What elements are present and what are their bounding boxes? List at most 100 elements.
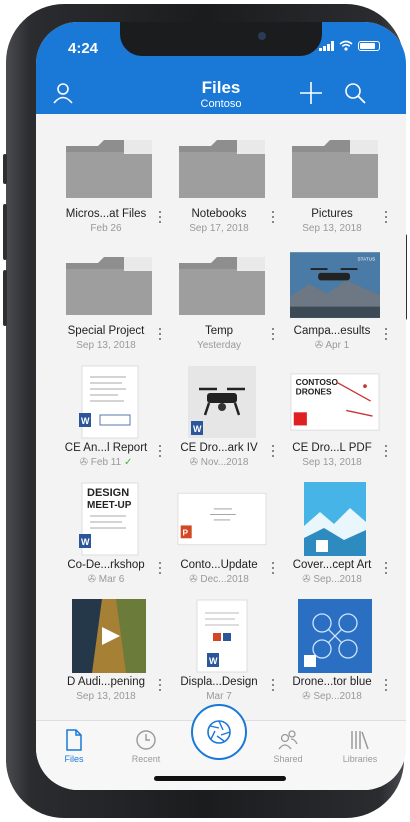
- file-tile[interactable]: Temp Yesterday: [167, 243, 280, 360]
- concept-art-thumbnail: [304, 482, 366, 556]
- folder-icon: [66, 257, 152, 315]
- word-document-icon: DESIGNMEET-UP W: [79, 482, 139, 556]
- tab-libraries[interactable]: Libraries: [330, 729, 390, 764]
- more-options-icon[interactable]: [156, 327, 164, 341]
- file-name: Notebooks: [191, 208, 247, 220]
- svg-text:DRONES: DRONES: [296, 387, 332, 397]
- more-options-icon[interactable]: [156, 210, 164, 224]
- file-meta: Mar 7: [206, 691, 232, 702]
- file-name: CE Dro...L PDF: [292, 442, 372, 454]
- file-thumbnail[interactable]: W: [177, 599, 267, 673]
- file-meta: Yesterday: [196, 340, 242, 351]
- more-options-icon[interactable]: [269, 444, 277, 458]
- svg-text:P: P: [183, 529, 189, 538]
- file-thumbnail[interactable]: W: [177, 366, 267, 438]
- file-meta: Sep 13, 2018: [302, 457, 362, 468]
- tab-files-label: Files: [64, 754, 84, 764]
- shared-icon: ✇: [79, 457, 91, 468]
- camera-button[interactable]: [191, 704, 247, 760]
- file-tile[interactable]: STATUS Campa...esults ✇ Apr 1: [280, 243, 393, 360]
- file-tile[interactable]: W Displa...Design Mar 7: [167, 594, 280, 711]
- svg-text:STATUS: STATUS: [358, 257, 376, 262]
- file-icon: [66, 729, 82, 751]
- file-thumbnail[interactable]: [290, 482, 380, 556]
- status-icons: [319, 40, 380, 51]
- tab-recent[interactable]: Recent: [116, 729, 176, 764]
- search-icon[interactable]: [342, 80, 368, 106]
- tab-shared-label: Shared: [273, 754, 303, 764]
- file-tile[interactable]: Notebooks Sep 17, 2018: [167, 126, 280, 243]
- file-name: Conto...Update: [180, 559, 258, 571]
- file-tile[interactable]: DESIGN MEET-UP W Co-De...rkshop ✇ Mar 6: [54, 477, 167, 594]
- folder-icon: [179, 140, 265, 198]
- file-name: Co-De...rkshop: [67, 559, 145, 571]
- camera-aperture-icon: [207, 720, 231, 744]
- file-meta: Apr 1: [325, 340, 350, 351]
- file-thumbnail[interactable]: [64, 134, 154, 202]
- books-icon: [351, 731, 369, 750]
- file-name: CE An...l Report: [64, 442, 148, 454]
- file-thumbnail[interactable]: STATUS: [290, 251, 380, 319]
- signal-icon: [319, 40, 334, 51]
- more-options-icon[interactable]: [382, 561, 390, 575]
- file-meta: Feb 26: [90, 223, 122, 234]
- file-tile[interactable]: Micros...at Files Feb 26: [54, 126, 167, 243]
- file-name: Cover...cept Art: [292, 559, 372, 571]
- more-options-icon[interactable]: [382, 444, 390, 458]
- file-thumbnail[interactable]: P: [177, 485, 267, 553]
- more-options-icon[interactable]: [269, 210, 277, 224]
- tab-files[interactable]: Files: [44, 729, 104, 764]
- drone-document-icon: W: [188, 366, 256, 438]
- more-options-icon[interactable]: [269, 327, 277, 341]
- file-meta: Sep...2018: [313, 691, 362, 702]
- people-icon: [278, 730, 298, 750]
- file-thumbnail[interactable]: DESIGN MEET-UP W: [64, 482, 154, 556]
- more-options-icon[interactable]: [156, 561, 164, 575]
- file-meta: Feb 11: [90, 457, 122, 468]
- file-name: Pictures: [311, 208, 353, 220]
- status-time: 4:24: [68, 40, 99, 57]
- file-tile[interactable]: W CE Dro...ark IV ✇ Nov...2018: [167, 360, 280, 477]
- file-thumbnail[interactable]: [290, 599, 380, 673]
- file-tile[interactable]: Special Project Sep 13, 2018: [54, 243, 167, 360]
- folder-icon: [292, 140, 378, 198]
- file-meta: Sep 13, 2018: [76, 340, 136, 351]
- more-options-icon[interactable]: [382, 210, 390, 224]
- shared-icon: ✇: [302, 574, 314, 585]
- file-tile[interactable]: Pictures Sep 13, 2018: [280, 126, 393, 243]
- file-thumbnail[interactable]: W: [64, 365, 154, 439]
- file-tile[interactable]: CONTOSO DRONES CE Dro...L PDF Sep 13, 2018: [280, 360, 393, 477]
- more-options-icon[interactable]: [269, 561, 277, 575]
- file-tile[interactable]: Drone...tor blue ✇ Sep...2018: [280, 594, 393, 711]
- tab-shared[interactable]: Shared: [258, 729, 318, 764]
- battery-icon: [358, 40, 380, 51]
- synced-check-icon: ✓: [123, 457, 133, 468]
- plus-icon[interactable]: [298, 80, 324, 106]
- file-tile[interactable]: D Audi...pening Sep 13, 2018: [54, 594, 167, 711]
- file-tile[interactable]: Cover...cept Art ✇ Sep...2018: [280, 477, 393, 594]
- folder-icon: [179, 257, 265, 315]
- file-thumbnail[interactable]: CONTOSO DRONES: [290, 368, 380, 436]
- file-meta: Mar 6: [98, 574, 125, 585]
- more-options-icon[interactable]: [156, 678, 164, 692]
- file-thumbnail[interactable]: [64, 599, 154, 673]
- shared-icon: ✇: [302, 691, 314, 702]
- notch: [120, 22, 322, 56]
- more-options-icon[interactable]: [382, 678, 390, 692]
- more-options-icon[interactable]: [156, 444, 164, 458]
- word-document-icon: W: [196, 599, 248, 673]
- tab-recent-label: Recent: [131, 754, 161, 764]
- file-thumbnail[interactable]: [177, 134, 267, 202]
- file-tile[interactable]: P Conto...Update ✇ Dec...2018: [167, 477, 280, 594]
- file-thumbnail[interactable]: [64, 251, 154, 319]
- more-options-icon[interactable]: [269, 678, 277, 692]
- file-thumbnail[interactable]: [290, 134, 380, 202]
- svg-text:W: W: [81, 537, 90, 547]
- powerpoint-document-icon: P: [177, 492, 267, 546]
- file-meta: Sep...2018: [313, 574, 362, 585]
- file-name: Micros...at Files: [65, 208, 147, 220]
- more-options-icon[interactable]: [382, 327, 390, 341]
- file-thumbnail[interactable]: [177, 251, 267, 319]
- file-meta: Sep 17, 2018: [189, 223, 249, 234]
- file-tile[interactable]: W CE An...l Report ✇ Feb 11 ✓: [54, 360, 167, 477]
